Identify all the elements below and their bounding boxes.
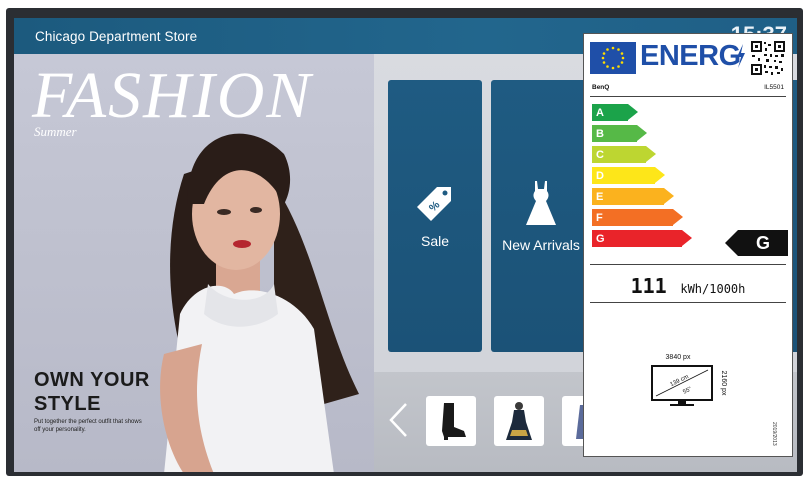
- energy-label-header: ENERG: [590, 40, 786, 76]
- sale-tile-label: Sale: [420, 233, 450, 249]
- lightning-icon: [737, 44, 745, 68]
- regulation-number: 2019/2013: [771, 422, 777, 446]
- energy-class-bar: D: [592, 167, 665, 184]
- tv-dimensions-diagram: 3840 px 139 cm 55" 2160 px: [651, 354, 727, 406]
- product-thumbnail[interactable]: [426, 396, 476, 446]
- consumption-unit: kWh/1000h: [680, 282, 746, 296]
- horizontal-resolution: 3840 px: [666, 354, 691, 361]
- divider: [590, 302, 786, 303]
- energy-class-bar: E: [592, 188, 674, 205]
- consumption-value: 111: [630, 274, 667, 298]
- energy-label: ENERG BenQ IL5501 ABCDEFG G 111 kWh/1000…: [583, 33, 793, 457]
- energy-consumption: 111 kWh/1000h: [584, 274, 792, 298]
- price-tag-icon: %: [417, 187, 451, 221]
- energy-class-bar: G: [592, 230, 692, 247]
- dress-thumbnail-icon: [506, 402, 532, 440]
- store-name: Chicago Department Store: [35, 28, 198, 44]
- hero-description: Put together the perfect outfit that sho…: [34, 419, 142, 433]
- energy-class-bar: F: [592, 209, 683, 226]
- new-arrivals-tile-label: New Arrivals: [502, 237, 580, 253]
- diagonal-inch: 55": [682, 386, 693, 395]
- boot-icon: [442, 403, 466, 440]
- sale-tile[interactable]: % Sale: [388, 80, 482, 352]
- divider: [590, 264, 786, 265]
- energy-class-bar: B: [592, 125, 647, 142]
- product-thumbnail[interactable]: [494, 396, 544, 446]
- hero-banner[interactable]: FASHION Summer OWN YOUR STYLE Put togeth…: [14, 54, 374, 472]
- model-identifier: IL5501: [764, 84, 784, 91]
- energy-class-bar: A: [592, 104, 638, 121]
- qr-code-icon[interactable]: [750, 40, 786, 76]
- eu-flag-icon: [590, 42, 636, 74]
- supplier-name: BenQ: [592, 84, 610, 91]
- energy-class-bar: C: [592, 146, 656, 163]
- chevron-left-icon[interactable]: [388, 402, 408, 438]
- divider: [590, 96, 786, 97]
- dress-icon: [526, 181, 556, 225]
- new-arrivals-tile[interactable]: New Arrivals: [491, 80, 591, 352]
- hero-headline: OWN YOUR STYLE: [34, 369, 150, 415]
- energy-logo-text: ENERG: [640, 40, 741, 72]
- energy-rating-badge: G: [725, 230, 788, 256]
- vertical-resolution: 2160 px: [720, 371, 727, 396]
- hero-subtitle: Summer: [34, 124, 77, 139]
